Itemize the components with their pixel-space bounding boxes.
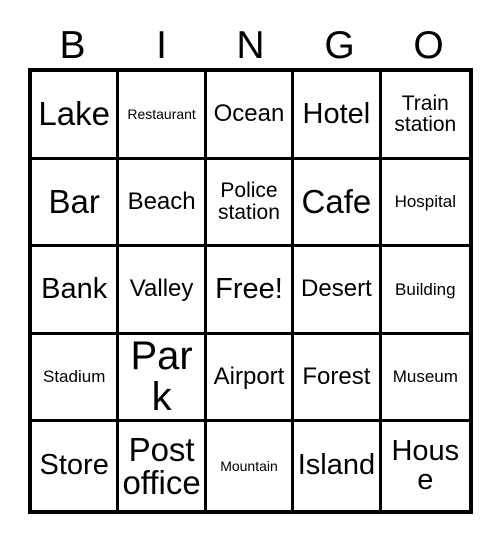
bingo-cell-label: Mountain: [220, 458, 278, 475]
bingo-cell[interactable]: Hospital: [381, 159, 469, 248]
bingo-cell[interactable]: Museum: [381, 334, 469, 423]
header-letter-n: N: [236, 24, 265, 67]
bingo-cell[interactable]: Train station: [381, 72, 469, 160]
bingo-cell[interactable]: Police station: [206, 159, 295, 248]
bingo-cell[interactable]: Store: [32, 422, 120, 510]
bingo-cell-label: Train station: [394, 91, 457, 137]
bingo-cell[interactable]: Park: [119, 334, 207, 423]
bingo-cell[interactable]: Beach: [119, 159, 207, 248]
bingo-cell[interactable]: Island: [294, 422, 382, 510]
bingo-cell-label: Post office: [122, 430, 201, 502]
bingo-cell-label: Building: [395, 279, 456, 299]
header-letter-g: G: [324, 24, 355, 67]
bingo-cell-label: Desert: [301, 275, 372, 303]
bingo-cell-label: Store: [39, 449, 109, 482]
bingo-cell[interactable]: Lake: [32, 72, 120, 160]
bingo-cell[interactable]: Mountain: [206, 422, 295, 510]
bingo-header: B I N G O: [28, 18, 473, 68]
bingo-cell-label: Restaurant: [127, 106, 196, 123]
header-letter-i: I: [156, 24, 167, 67]
bingo-cell-label: Forest: [302, 362, 371, 390]
bingo-cell[interactable]: Hotel: [294, 72, 382, 160]
bingo-cell-label: Airport: [213, 362, 285, 390]
header-letter-b: B: [59, 24, 86, 67]
bingo-free-space-label: Free!: [215, 272, 283, 305]
bingo-cell-label: Museum: [392, 367, 458, 387]
bingo-cell[interactable]: Valley: [119, 247, 207, 335]
bingo-cell[interactable]: Forest: [294, 334, 382, 423]
bingo-cell-label: Ocean: [213, 100, 285, 128]
bingo-grid: Lake Restaurant Ocean Hotel Train statio…: [28, 68, 473, 514]
bingo-cell[interactable]: Stadium: [32, 334, 120, 423]
header-letter-o: O: [413, 24, 444, 67]
bingo-cell-label: Cafe: [301, 183, 372, 221]
bingo-cell-label: Bar: [48, 183, 100, 221]
bingo-cell-label: Hospital: [394, 192, 456, 212]
bingo-cell-label: Beach: [127, 187, 196, 215]
bingo-cell[interactable]: Bank: [32, 247, 120, 335]
bingo-card: B I N G O Lake Restaurant Ocean Hotel Tr…: [0, 0, 501, 544]
bingo-cell[interactable]: Cafe: [294, 159, 382, 248]
bingo-cell-label: Park: [130, 334, 193, 420]
bingo-cell-label: Lake: [38, 95, 110, 133]
bingo-cell-label: House: [391, 434, 460, 497]
bingo-cell-label: Bank: [41, 272, 108, 305]
bingo-cell[interactable]: Bar: [32, 159, 120, 248]
bingo-cell[interactable]: Ocean: [206, 72, 295, 160]
bingo-cell[interactable]: Post office: [119, 422, 207, 510]
bingo-cell[interactable]: Desert: [294, 247, 382, 335]
bingo-cell[interactable]: Airport: [206, 334, 295, 423]
bingo-cell[interactable]: House: [381, 422, 469, 510]
bingo-cell[interactable]: Restaurant: [119, 72, 207, 160]
bingo-cell[interactable]: Building: [381, 247, 469, 335]
bingo-cell-free-space[interactable]: Free!: [206, 247, 295, 335]
bingo-cell-label: Hotel: [302, 97, 371, 130]
bingo-cell-label: Valley: [129, 275, 194, 303]
bingo-cell-label: Island: [297, 449, 376, 482]
bingo-cell-label: Stadium: [43, 367, 106, 387]
bingo-cell-label: Police station: [218, 179, 280, 224]
